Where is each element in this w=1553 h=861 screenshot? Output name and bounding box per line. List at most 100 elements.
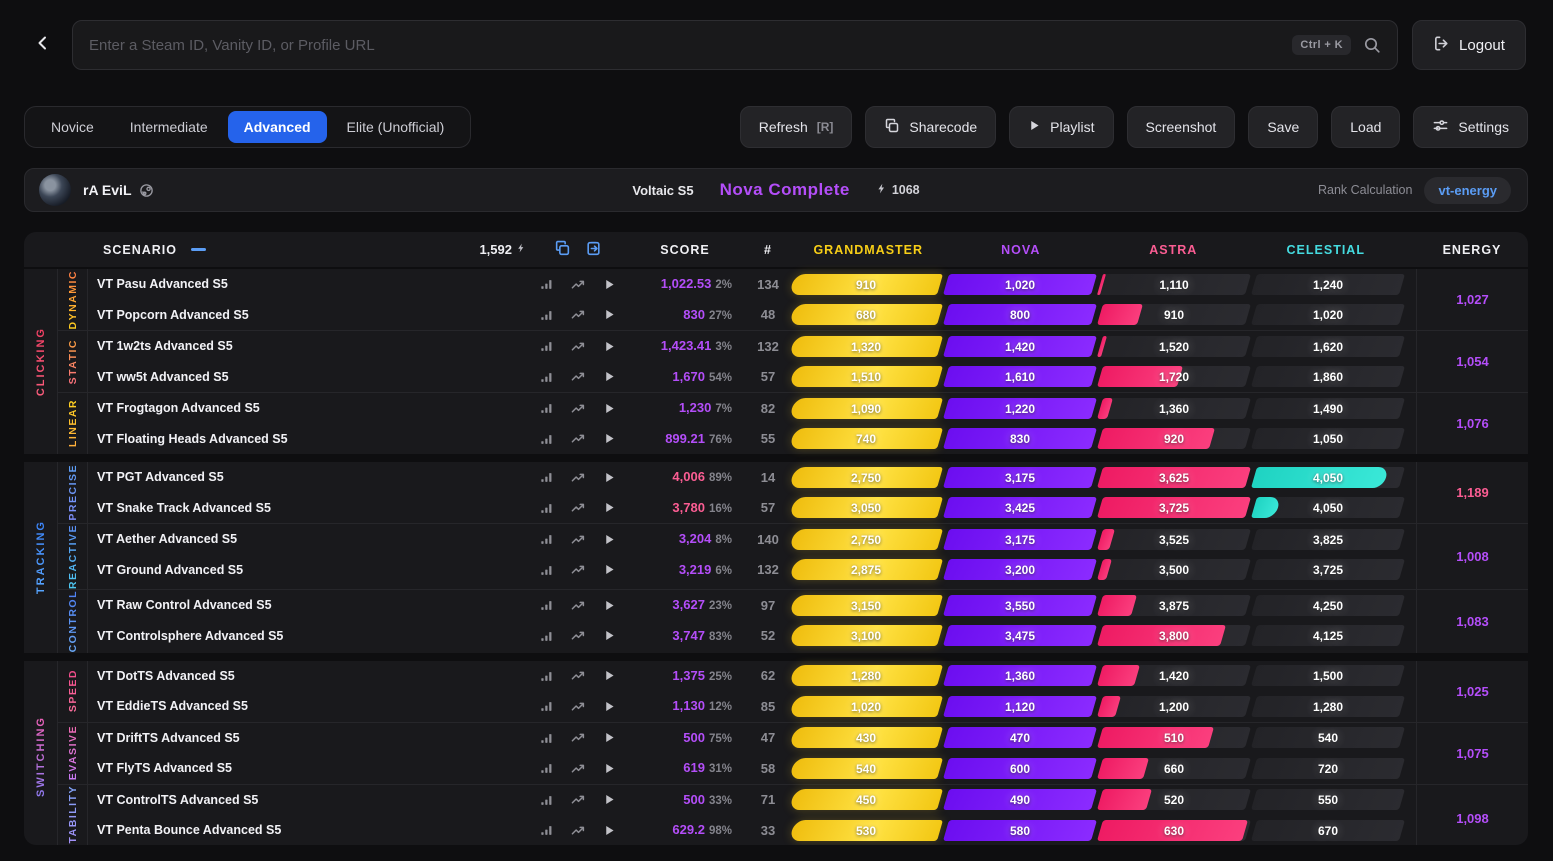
sharecode-button[interactable]: Sharecode [865,106,996,148]
refresh-button[interactable]: Refresh[R] [740,106,853,148]
scenario-name: VT ww5t Advanced S5 [88,370,530,384]
scenario-play-icon[interactable] [603,471,616,484]
steam-icon[interactable] [139,183,154,198]
scenario-play-icon[interactable] [603,629,616,642]
group-label-text: SWITCHING [35,716,47,797]
scenario-stats-icon[interactable] [540,731,554,745]
threshold-bars: 530580630670 [792,820,1416,841]
scenario-play-icon[interactable] [603,563,616,576]
settings-button[interactable]: Settings [1413,106,1528,148]
screenshot-button[interactable]: Screenshot [1127,106,1236,148]
score-progress-pct: 6% [715,565,732,577]
threshold-value: 1,280 [792,665,940,686]
scenario-progress-icon[interactable] [571,730,586,745]
scenario-stats-icon[interactable] [540,470,554,484]
scenario-play-icon[interactable] [603,432,616,445]
playlist-button[interactable]: Playlist [1009,106,1113,148]
leaderboard-rank: 47 [744,730,792,745]
scenario-play-icon[interactable] [603,793,616,806]
tab-novice[interactable]: Novice [35,111,110,143]
scenario-progress-icon[interactable] [571,431,586,446]
scenario-stats-icon[interactable] [540,699,554,713]
threshold-value: 3,875 [1100,595,1248,616]
save-button[interactable]: Save [1248,106,1318,148]
subgroup-energy: 1,076 [1416,393,1528,454]
scenario-progress-icon[interactable] [571,668,586,683]
scenario-progress-icon[interactable] [571,628,586,643]
load-button[interactable]: Load [1331,106,1400,148]
copy-scores-icon[interactable] [554,240,571,260]
scenario-stats-icon[interactable] [540,308,554,322]
scenario-progress-icon[interactable] [571,823,586,838]
scenario-name: VT DotTS Advanced S5 [88,669,530,683]
leaderboard-rank: 132 [744,562,792,577]
scenario-progress-icon[interactable] [571,277,586,292]
table-row: VT Aether Advanced S53,2048%1402,7503,17… [88,524,1416,555]
bar-segment-nova: 470 [943,727,1097,748]
back-button[interactable] [30,31,56,59]
rank-column-headers: GRANDMASTERNOVAASTRACELESTIAL [792,243,1416,257]
scenario-progress-icon[interactable] [571,761,586,776]
scenario-progress-icon[interactable] [571,401,586,416]
scenario-stats-icon[interactable] [540,563,554,577]
collapse-dash-icon[interactable] [191,248,206,251]
scenario-play-icon[interactable] [603,669,616,682]
bar-segment-cel: 4,050 [1251,497,1405,518]
scenario-play-icon[interactable] [603,501,616,514]
scenario-play-icon[interactable] [603,731,616,744]
logout-button[interactable]: Logout [1412,20,1526,70]
threshold-bars: 1,3201,4201,5201,620 [792,336,1416,357]
group-tracking: TRACKINGPRECISEVT PGT Advanced S54,00689… [24,462,1528,653]
scenario-progress-icon[interactable] [571,307,586,322]
scenario-stats-icon[interactable] [540,629,554,643]
scenario-stats-icon[interactable] [540,823,554,837]
subgroup-label-reactive: REACTIVE [58,524,88,589]
threshold-value: 660 [1100,758,1248,779]
scenario-play-icon[interactable] [603,340,616,353]
tab-intermediate[interactable]: Intermediate [114,111,224,143]
score-cell: 3,78016% [626,499,744,517]
scenario-name: VT Ground Advanced S5 [88,563,530,577]
scenario-play-icon[interactable] [603,308,616,321]
score-cell: 3,2196% [626,561,744,579]
scenario-stats-icon[interactable] [540,432,554,446]
threshold-value: 3,825 [1254,529,1402,550]
scenario-progress-icon[interactable] [571,500,586,515]
scenario-play-icon[interactable] [603,370,616,383]
scenario-stats-icon[interactable] [540,277,554,291]
scenario-stats-icon[interactable] [540,793,554,807]
scenario-progress-icon[interactable] [571,699,586,714]
scenario-stats-icon[interactable] [540,370,554,384]
benchmark-table: SCENARIO 1,592 SCORE # GRANDMASTERNOVAAS… [24,232,1528,845]
threshold-bars: 430470510540 [792,727,1416,748]
scenario-progress-icon[interactable] [571,532,586,547]
scenario-play-icon[interactable] [603,599,616,612]
leaderboard-rank: 33 [744,823,792,838]
scenario-play-icon[interactable] [603,824,616,837]
rank-calc-toggle[interactable]: vt-energy [1424,177,1511,204]
bar-segment-astra: 3,875 [1097,595,1251,616]
export-scores-icon[interactable] [585,240,602,260]
scenario-play-icon[interactable] [603,762,616,775]
scenario-play-icon[interactable] [603,278,616,291]
scenario-progress-icon[interactable] [571,470,586,485]
scenario-stats-icon[interactable] [540,339,554,353]
scenario-progress-icon[interactable] [571,792,586,807]
scenario-stats-icon[interactable] [540,401,554,415]
scenario-play-icon[interactable] [603,533,616,546]
scenario-stats-icon[interactable] [540,598,554,612]
scenario-stats-icon[interactable] [540,761,554,775]
scenario-stats-icon[interactable] [540,501,554,515]
scenario-play-icon[interactable] [603,402,616,415]
scenario-stats-icon[interactable] [540,532,554,546]
scenario-progress-icon[interactable] [571,598,586,613]
scenario-progress-icon[interactable] [571,369,586,384]
tab-elite-unofficial-[interactable]: Elite (Unofficial) [331,111,461,143]
scenario-play-icon[interactable] [603,700,616,713]
search-icon[interactable] [1363,36,1381,54]
search-input[interactable] [89,37,1292,54]
scenario-stats-icon[interactable] [540,669,554,683]
scenario-progress-icon[interactable] [571,339,586,354]
tab-advanced[interactable]: Advanced [228,111,327,143]
scenario-progress-icon[interactable] [571,562,586,577]
